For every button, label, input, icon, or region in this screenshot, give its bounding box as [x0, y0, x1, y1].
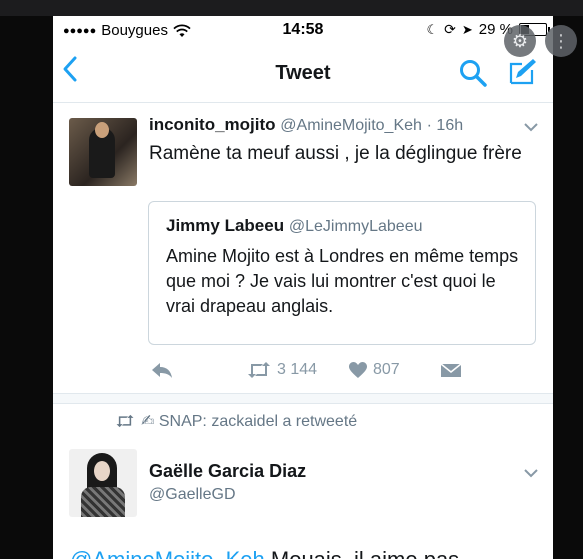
compose-button[interactable]: [508, 56, 538, 91]
mention-link[interactable]: @AmineMojito_Keh: [70, 547, 265, 559]
quoted-text: Amine Mojito est à Londres en même temps…: [166, 246, 519, 316]
dm-button[interactable]: [440, 361, 462, 379]
author-handle[interactable]: @AmineMojito_Keh: [280, 117, 422, 134]
chevron-down-icon: [524, 469, 538, 478]
quoted-tweet[interactable]: Jimmy Labeeu @LeJimmyLabeeu Amine Mojito…: [148, 201, 536, 345]
reply-tweet[interactable]: Gaëlle Garcia Diaz @GaelleGD: [53, 441, 553, 559]
envelope-icon: [440, 363, 462, 377]
quoted-author-handle: @LeJimmyLabeeu: [288, 218, 423, 235]
retweet-context: ✍ SNAP: zackaidel a retweeté: [115, 411, 357, 431]
avatar-head: [95, 122, 109, 138]
chevron-down-icon: [524, 123, 538, 132]
location-icon: ➤: [461, 21, 473, 37]
tweet-menu-button[interactable]: [523, 465, 539, 481]
more-icon: ⋮: [552, 30, 570, 51]
status-bar: ●●●●● Bouygues 14:58 ☾ ⟳ ➤ 29 %: [53, 16, 553, 44]
moon-icon: ☾: [426, 21, 439, 37]
retweet-count: 3 144: [277, 361, 318, 378]
overlay-more-button[interactable]: ⋮: [545, 25, 577, 57]
retweet-context-text[interactable]: ✍ SNAP: zackaidel a retweeté: [141, 411, 357, 431]
like-count: 807: [373, 361, 400, 378]
reply-text-start: Mouais, il aime pas: [265, 547, 459, 559]
quoted-author-line: Jimmy Labeeu @LeJimmyLabeeu: [166, 216, 422, 236]
overlay-settings-button[interactable]: ⚙: [504, 25, 536, 57]
retweet-small-icon: [116, 414, 134, 428]
avatar[interactable]: [69, 449, 137, 517]
like-button[interactable]: 807: [348, 361, 400, 379]
compose-icon: [509, 59, 536, 85]
tweet-text: Ramène ta meuf aussi , je la déglingue f…: [149, 143, 522, 164]
reply-button[interactable]: [150, 361, 174, 379]
tweet-time: · 16h: [426, 117, 464, 134]
author-name[interactable]: Gaëlle Garcia Diaz: [149, 461, 306, 482]
retweet-icon: [248, 362, 270, 378]
tweet-actions: 3 144 807: [148, 361, 548, 385]
heart-icon: [349, 362, 367, 378]
avatar-body: [81, 487, 125, 517]
phone-screen: ●●●●● Bouygues 14:58 ☾ ⟳ ➤ 29 % Tweet in…: [53, 16, 553, 559]
author-handle[interactable]: @GaelleGD: [149, 486, 236, 504]
tweet-author-line: inconito_mojito @AmineMojito_Keh · 16h: [149, 115, 463, 135]
divider: [53, 393, 553, 404]
tweet-menu-button[interactable]: [523, 119, 539, 135]
retweet-button[interactable]: 3 144: [246, 361, 317, 379]
nav-bar: Tweet: [53, 44, 553, 103]
reply-tweet-text: @AmineMojito_Keh Mouais, il aime pas: [70, 547, 459, 559]
avatar-face: [94, 461, 110, 481]
reply-icon: [152, 363, 172, 378]
search-icon: [460, 60, 487, 87]
tweet-detail: inconito_mojito @AmineMojito_Keh · 16h R…: [53, 103, 553, 393]
author-name[interactable]: inconito_mojito: [149, 115, 276, 134]
top-strip: [0, 0, 583, 16]
search-button[interactable]: [458, 58, 488, 93]
rotation-lock-icon: ⟳: [444, 21, 456, 37]
gear-icon: ⚙: [511, 30, 529, 51]
quoted-author-name: Jimmy Labeeu: [166, 216, 285, 235]
avatar[interactable]: [69, 118, 137, 186]
